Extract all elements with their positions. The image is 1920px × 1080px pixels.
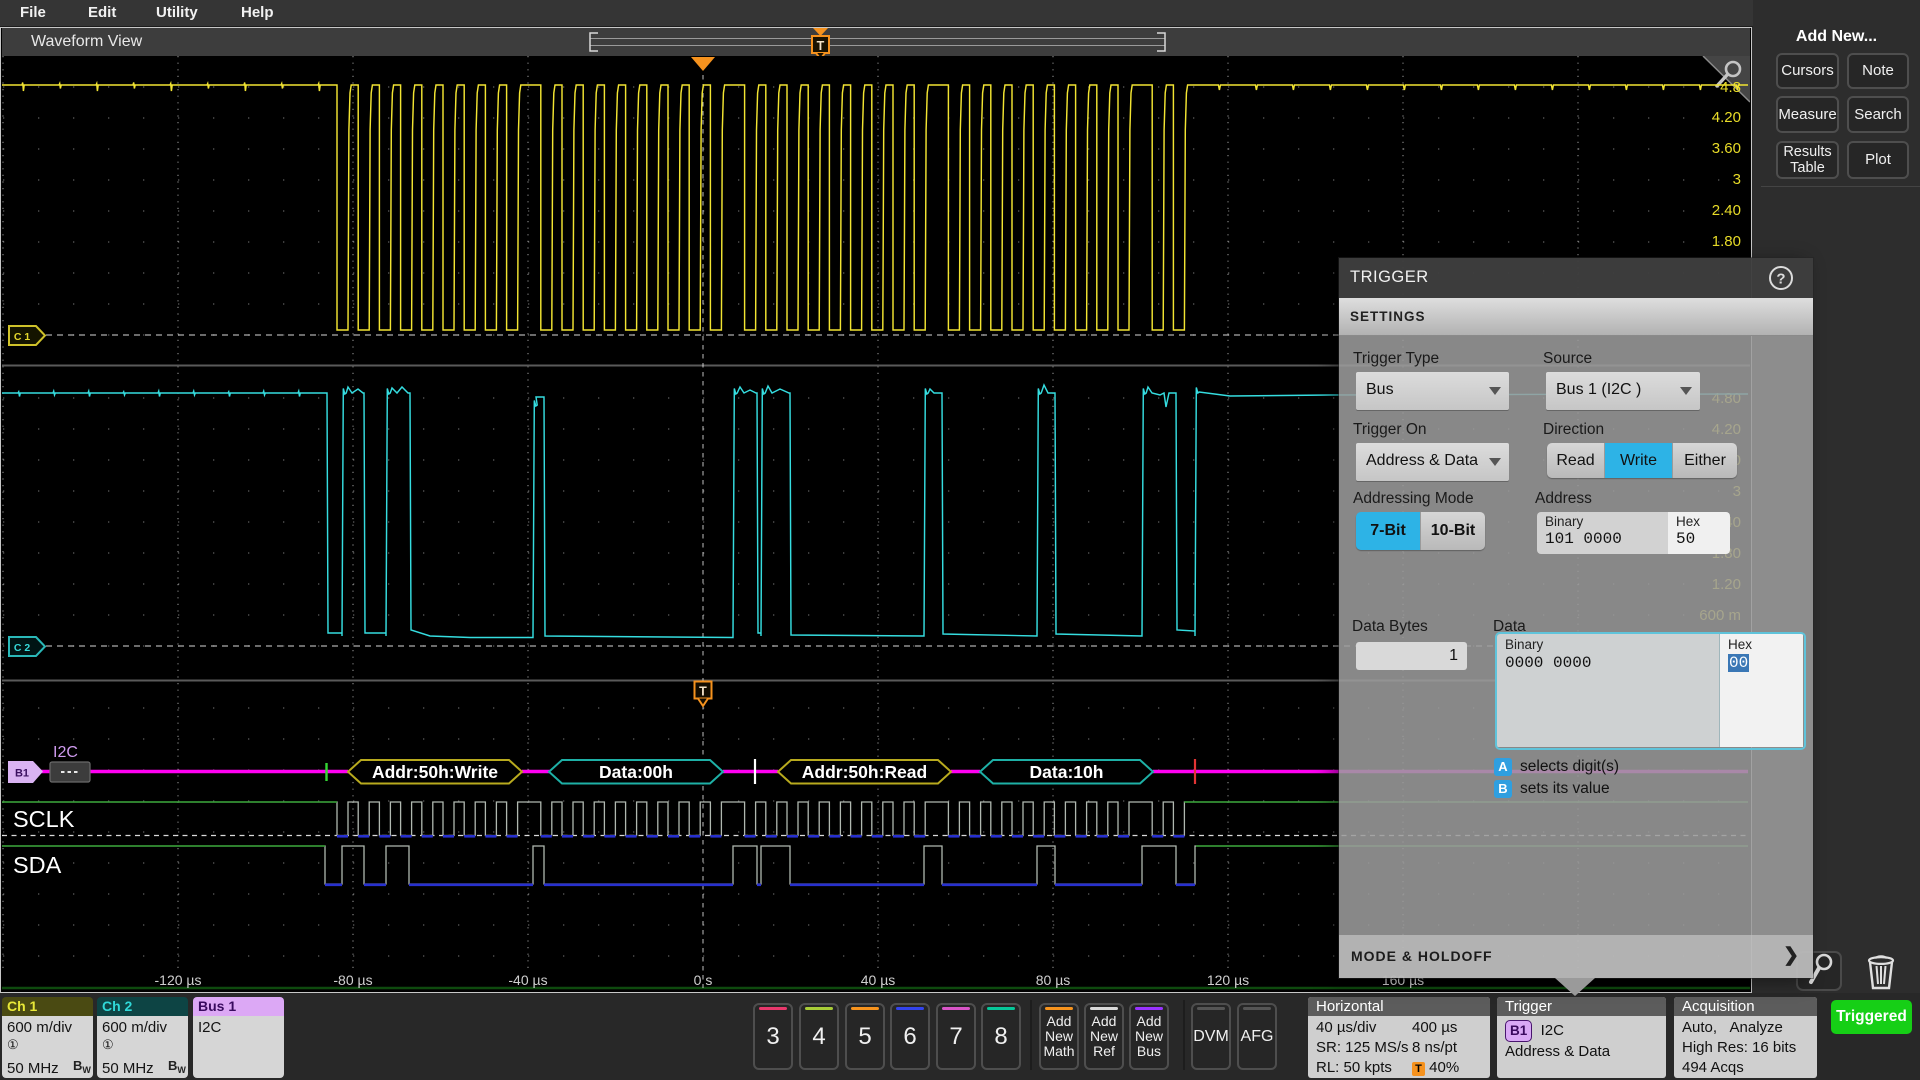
svg-text:-120 µs: -120 µs: [155, 972, 202, 988]
svg-text:80 µs: 80 µs: [1036, 972, 1071, 988]
svg-text:C 2: C 2: [14, 642, 31, 654]
svg-text:Addr:50h:Read: Addr:50h:Read: [802, 762, 927, 782]
svg-text:B1: B1: [15, 768, 29, 780]
svg-text:?: ?: [1776, 271, 1785, 288]
svg-text:Data:10h: Data:10h: [1030, 762, 1104, 782]
svg-text:T: T: [817, 39, 825, 53]
svg-text:1.80: 1.80: [1712, 233, 1741, 250]
svg-text:3.60: 3.60: [1712, 140, 1741, 157]
svg-text:Data:00h: Data:00h: [599, 762, 673, 782]
svg-text:120 µs: 120 µs: [1207, 972, 1249, 988]
svg-text:T: T: [699, 685, 707, 699]
svg-text:3: 3: [1733, 171, 1741, 188]
svg-text:-40 µs: -40 µs: [508, 972, 547, 988]
svg-text:Addr:50h:Write: Addr:50h:Write: [372, 762, 498, 782]
svg-text:I2C: I2C: [53, 744, 78, 761]
svg-text:2.40: 2.40: [1712, 202, 1741, 219]
svg-text:C 1: C 1: [14, 331, 31, 343]
svg-text:-80 µs: -80 µs: [333, 972, 372, 988]
svg-text:SCLK: SCLK: [13, 806, 75, 832]
svg-text:SDA: SDA: [13, 852, 62, 878]
svg-text:40 µs: 40 µs: [861, 972, 896, 988]
svg-text:4.20: 4.20: [1712, 109, 1741, 126]
